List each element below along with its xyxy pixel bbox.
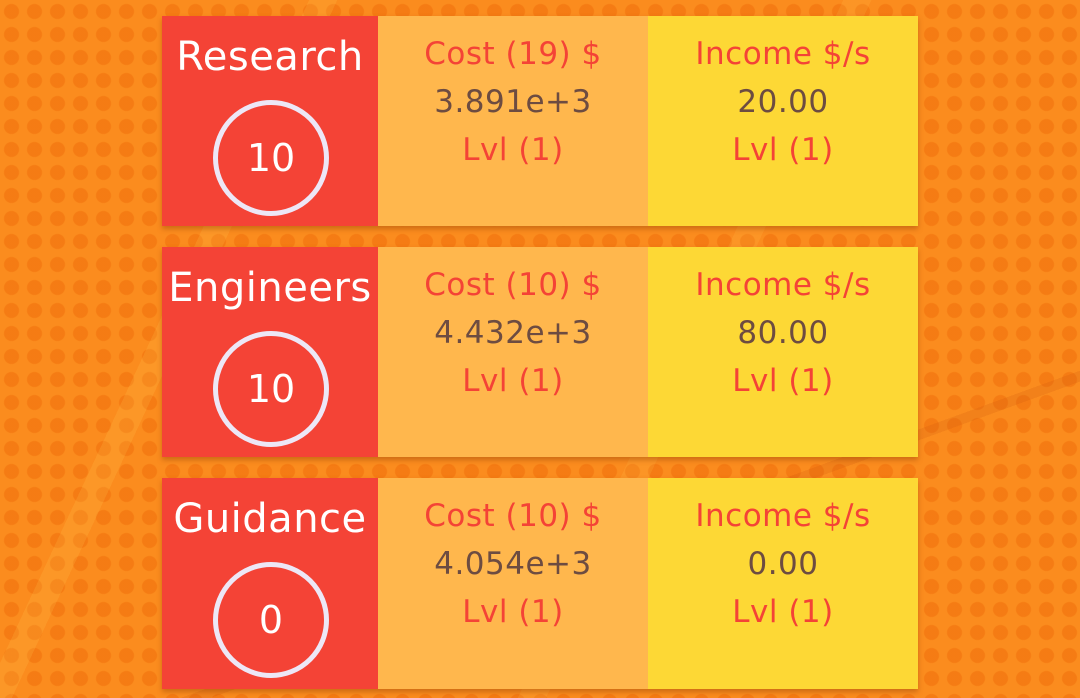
cost-value: 4.054e+3 bbox=[434, 546, 592, 582]
upgrade-name: Guidance bbox=[173, 496, 367, 542]
income-upgrade-button-research[interactable]: Income $/s 20.00 Lvl (1) bbox=[648, 16, 918, 226]
cost-level: Lvl (1) bbox=[462, 132, 564, 168]
income-level: Lvl (1) bbox=[732, 594, 834, 630]
cost-level: Lvl (1) bbox=[462, 594, 564, 630]
cost-value: 3.891e+3 bbox=[434, 84, 592, 120]
cost-upgrade-button-research[interactable]: Cost (19) $ 3.891e+3 Lvl (1) bbox=[378, 16, 648, 226]
upgrade-name: Research bbox=[176, 34, 364, 80]
cost-value: 4.432e+3 bbox=[434, 315, 592, 351]
income-label: Income $/s bbox=[695, 498, 871, 534]
income-level: Lvl (1) bbox=[732, 132, 834, 168]
income-value: 80.00 bbox=[737, 315, 829, 351]
cost-label: Cost (19) $ bbox=[424, 36, 602, 72]
buy-unit-button-guidance[interactable]: Guidance 0 bbox=[162, 478, 378, 689]
upgrade-card-guidance: Guidance 0 Cost (10) $ 4.054e+3 Lvl (1) … bbox=[162, 478, 918, 689]
cost-upgrade-button-guidance[interactable]: Cost (10) $ 4.054e+3 Lvl (1) bbox=[378, 478, 648, 689]
cost-level: Lvl (1) bbox=[462, 363, 564, 399]
unit-count-badge: 10 bbox=[213, 100, 329, 216]
unit-count-badge: 10 bbox=[213, 331, 329, 447]
cost-label: Cost (10) $ bbox=[424, 267, 602, 303]
income-value: 20.00 bbox=[737, 84, 829, 120]
buy-unit-button-research[interactable]: Research 10 bbox=[162, 16, 378, 226]
upgrade-name: Engineers bbox=[168, 265, 372, 311]
unit-count-badge: 0 bbox=[213, 562, 329, 678]
cost-label: Cost (10) $ bbox=[424, 498, 602, 534]
income-upgrade-button-guidance[interactable]: Income $/s 0.00 Lvl (1) bbox=[648, 478, 918, 689]
income-value: 0.00 bbox=[747, 546, 819, 582]
buy-unit-button-engineers[interactable]: Engineers 10 bbox=[162, 247, 378, 457]
upgrade-card-engineers: Engineers 10 Cost (10) $ 4.432e+3 Lvl (1… bbox=[162, 247, 918, 457]
income-label: Income $/s bbox=[695, 267, 871, 303]
upgrade-card-research: Research 10 Cost (19) $ 3.891e+3 Lvl (1)… bbox=[162, 16, 918, 226]
income-label: Income $/s bbox=[695, 36, 871, 72]
cost-upgrade-button-engineers[interactable]: Cost (10) $ 4.432e+3 Lvl (1) bbox=[378, 247, 648, 457]
income-upgrade-button-engineers[interactable]: Income $/s 80.00 Lvl (1) bbox=[648, 247, 918, 457]
income-level: Lvl (1) bbox=[732, 363, 834, 399]
